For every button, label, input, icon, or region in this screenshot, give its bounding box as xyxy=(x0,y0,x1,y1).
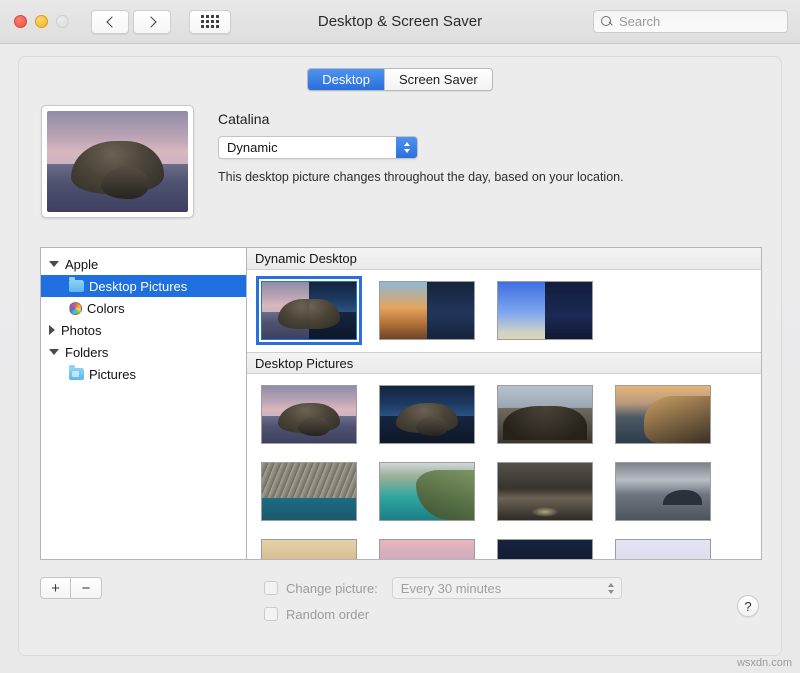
sidebar-item-label: Apple xyxy=(65,257,98,272)
chevron-right-icon xyxy=(145,16,156,27)
random-order-label: Random order xyxy=(286,607,369,622)
thumbnail-deep-navy[interactable] xyxy=(497,539,593,559)
minimize-window-button[interactable] xyxy=(35,15,48,28)
forward-button[interactable] xyxy=(133,10,171,34)
show-all-button[interactable] xyxy=(189,10,231,34)
color-wheel-icon xyxy=(69,302,82,315)
chevron-updown-icon xyxy=(396,137,417,158)
chevron-updown-icon xyxy=(608,578,614,598)
show-all-grid-icon xyxy=(201,15,219,28)
wallpaper-name: Catalina xyxy=(218,111,624,127)
wallpaper-browser: Apple Desktop Pictures Colors Photos Fol… xyxy=(40,247,762,560)
sidebar-item-desktop-pictures[interactable]: Desktop Pictures xyxy=(41,275,246,297)
search-placeholder: Search xyxy=(619,14,660,29)
current-wallpaper-preview[interactable] xyxy=(41,105,194,218)
thumbnail-golden-cliff[interactable] xyxy=(615,385,711,444)
rotation-options: Change picture: Every 30 minutes Random … xyxy=(264,575,622,627)
thumbnail-catalina-day[interactable] xyxy=(261,385,357,444)
tab-bar: Desktop Screen Saver xyxy=(19,57,781,101)
thumbnail-sunset-horizon[interactable] xyxy=(261,539,357,559)
change-picture-row: Change picture: Every 30 minutes xyxy=(264,575,622,601)
disclosure-triangle-open-icon[interactable] xyxy=(49,349,59,355)
remove-folder-button[interactable]: − xyxy=(71,577,102,599)
preview-area: Catalina Dynamic This desktop picture ch… xyxy=(41,105,624,218)
dynamic-mode-value: Dynamic xyxy=(219,140,278,155)
sidebar-item-label: Photos xyxy=(61,323,101,338)
thumbnail-rock-turquoise[interactable] xyxy=(261,462,357,521)
thumbnail-mojave-dynamic[interactable] xyxy=(379,281,475,340)
thumbnail-green-coast[interactable] xyxy=(379,462,475,521)
system-preferences-window: Desktop & Screen Saver Search Desktop Sc… xyxy=(0,0,800,673)
random-order-checkbox[interactable] xyxy=(264,607,278,621)
disclosure-triangle-closed-icon[interactable] xyxy=(49,325,55,335)
sidebar-item-apple[interactable]: Apple xyxy=(41,253,246,275)
sidebar-item-label: Pictures xyxy=(89,367,136,382)
section-header-desktop-pictures: Desktop Pictures xyxy=(247,352,761,374)
watermark: wsxdn.com xyxy=(737,657,792,669)
section-header-dynamic-desktop: Dynamic Desktop xyxy=(247,248,761,270)
wallpaper-metadata: Catalina Dynamic This desktop picture ch… xyxy=(218,105,624,218)
tab-screen-saver[interactable]: Screen Saver xyxy=(384,69,492,90)
thumbnail-cloud-island[interactable] xyxy=(615,462,711,521)
source-add-remove-controls: + − xyxy=(40,577,102,599)
wallpaper-grid[interactable]: Dynamic Desktop xyxy=(247,248,761,559)
change-interval-popup[interactable]: Every 30 minutes xyxy=(392,577,622,599)
sidebar-item-pictures[interactable]: Pictures xyxy=(41,363,246,385)
zoom-window-button[interactable] xyxy=(56,15,69,28)
sidebar-item-label: Desktop Pictures xyxy=(89,279,187,294)
change-picture-label: Change picture: xyxy=(286,581,378,596)
disclosure-triangle-open-icon[interactable] xyxy=(49,261,59,267)
add-folder-button[interactable]: + xyxy=(40,577,71,599)
change-picture-checkbox[interactable] xyxy=(264,581,278,595)
tab-desktop[interactable]: Desktop xyxy=(308,69,384,90)
dynamic-desktop-thumbnails xyxy=(247,270,761,352)
thumbnail-dark-sea[interactable] xyxy=(497,462,593,521)
thumbnail-catalina-dynamic[interactable] xyxy=(261,281,357,340)
close-window-button[interactable] xyxy=(14,15,27,28)
segmented-control: Desktop Screen Saver xyxy=(307,68,492,91)
source-sidebar: Apple Desktop Pictures Colors Photos Fol… xyxy=(41,248,247,559)
thumbnail-catalina-night[interactable] xyxy=(379,385,475,444)
grid-scrollbar[interactable] xyxy=(752,248,761,559)
chevron-left-icon xyxy=(106,16,117,27)
thumbnail-pink-blue-sky[interactable] xyxy=(379,539,475,559)
pictures-folder-icon xyxy=(69,368,84,380)
sidebar-item-label: Colors xyxy=(87,301,125,316)
catalina-day-artwork xyxy=(47,111,188,212)
help-button[interactable]: ? xyxy=(737,595,759,617)
change-interval-value: Every 30 minutes xyxy=(393,581,501,596)
content-panel: Desktop Screen Saver Catalina Dynamic xyxy=(18,56,782,656)
wallpaper-description: This desktop picture changes throughout … xyxy=(218,170,624,184)
desktop-pictures-thumbnails xyxy=(247,374,761,559)
back-button[interactable] xyxy=(91,10,129,34)
thumbnail-mountain-clouds[interactable] xyxy=(497,385,593,444)
thumbnail-pale-lavender[interactable] xyxy=(615,539,711,559)
folder-icon xyxy=(69,280,84,292)
sidebar-item-photos[interactable]: Photos xyxy=(41,319,246,341)
sidebar-item-folders[interactable]: Folders xyxy=(41,341,246,363)
random-order-row: Random order xyxy=(264,601,622,627)
dynamic-mode-popup[interactable]: Dynamic xyxy=(218,136,418,159)
search-icon xyxy=(601,16,613,28)
thumbnail-solar-gradients-dynamic[interactable] xyxy=(497,281,593,340)
navigation-buttons xyxy=(91,10,171,34)
preview-image xyxy=(47,111,188,212)
traffic-lights xyxy=(14,15,69,28)
window-titlebar: Desktop & Screen Saver Search xyxy=(0,0,800,44)
sidebar-item-label: Folders xyxy=(65,345,108,360)
search-field[interactable]: Search xyxy=(593,10,788,33)
sidebar-item-colors[interactable]: Colors xyxy=(41,297,246,319)
